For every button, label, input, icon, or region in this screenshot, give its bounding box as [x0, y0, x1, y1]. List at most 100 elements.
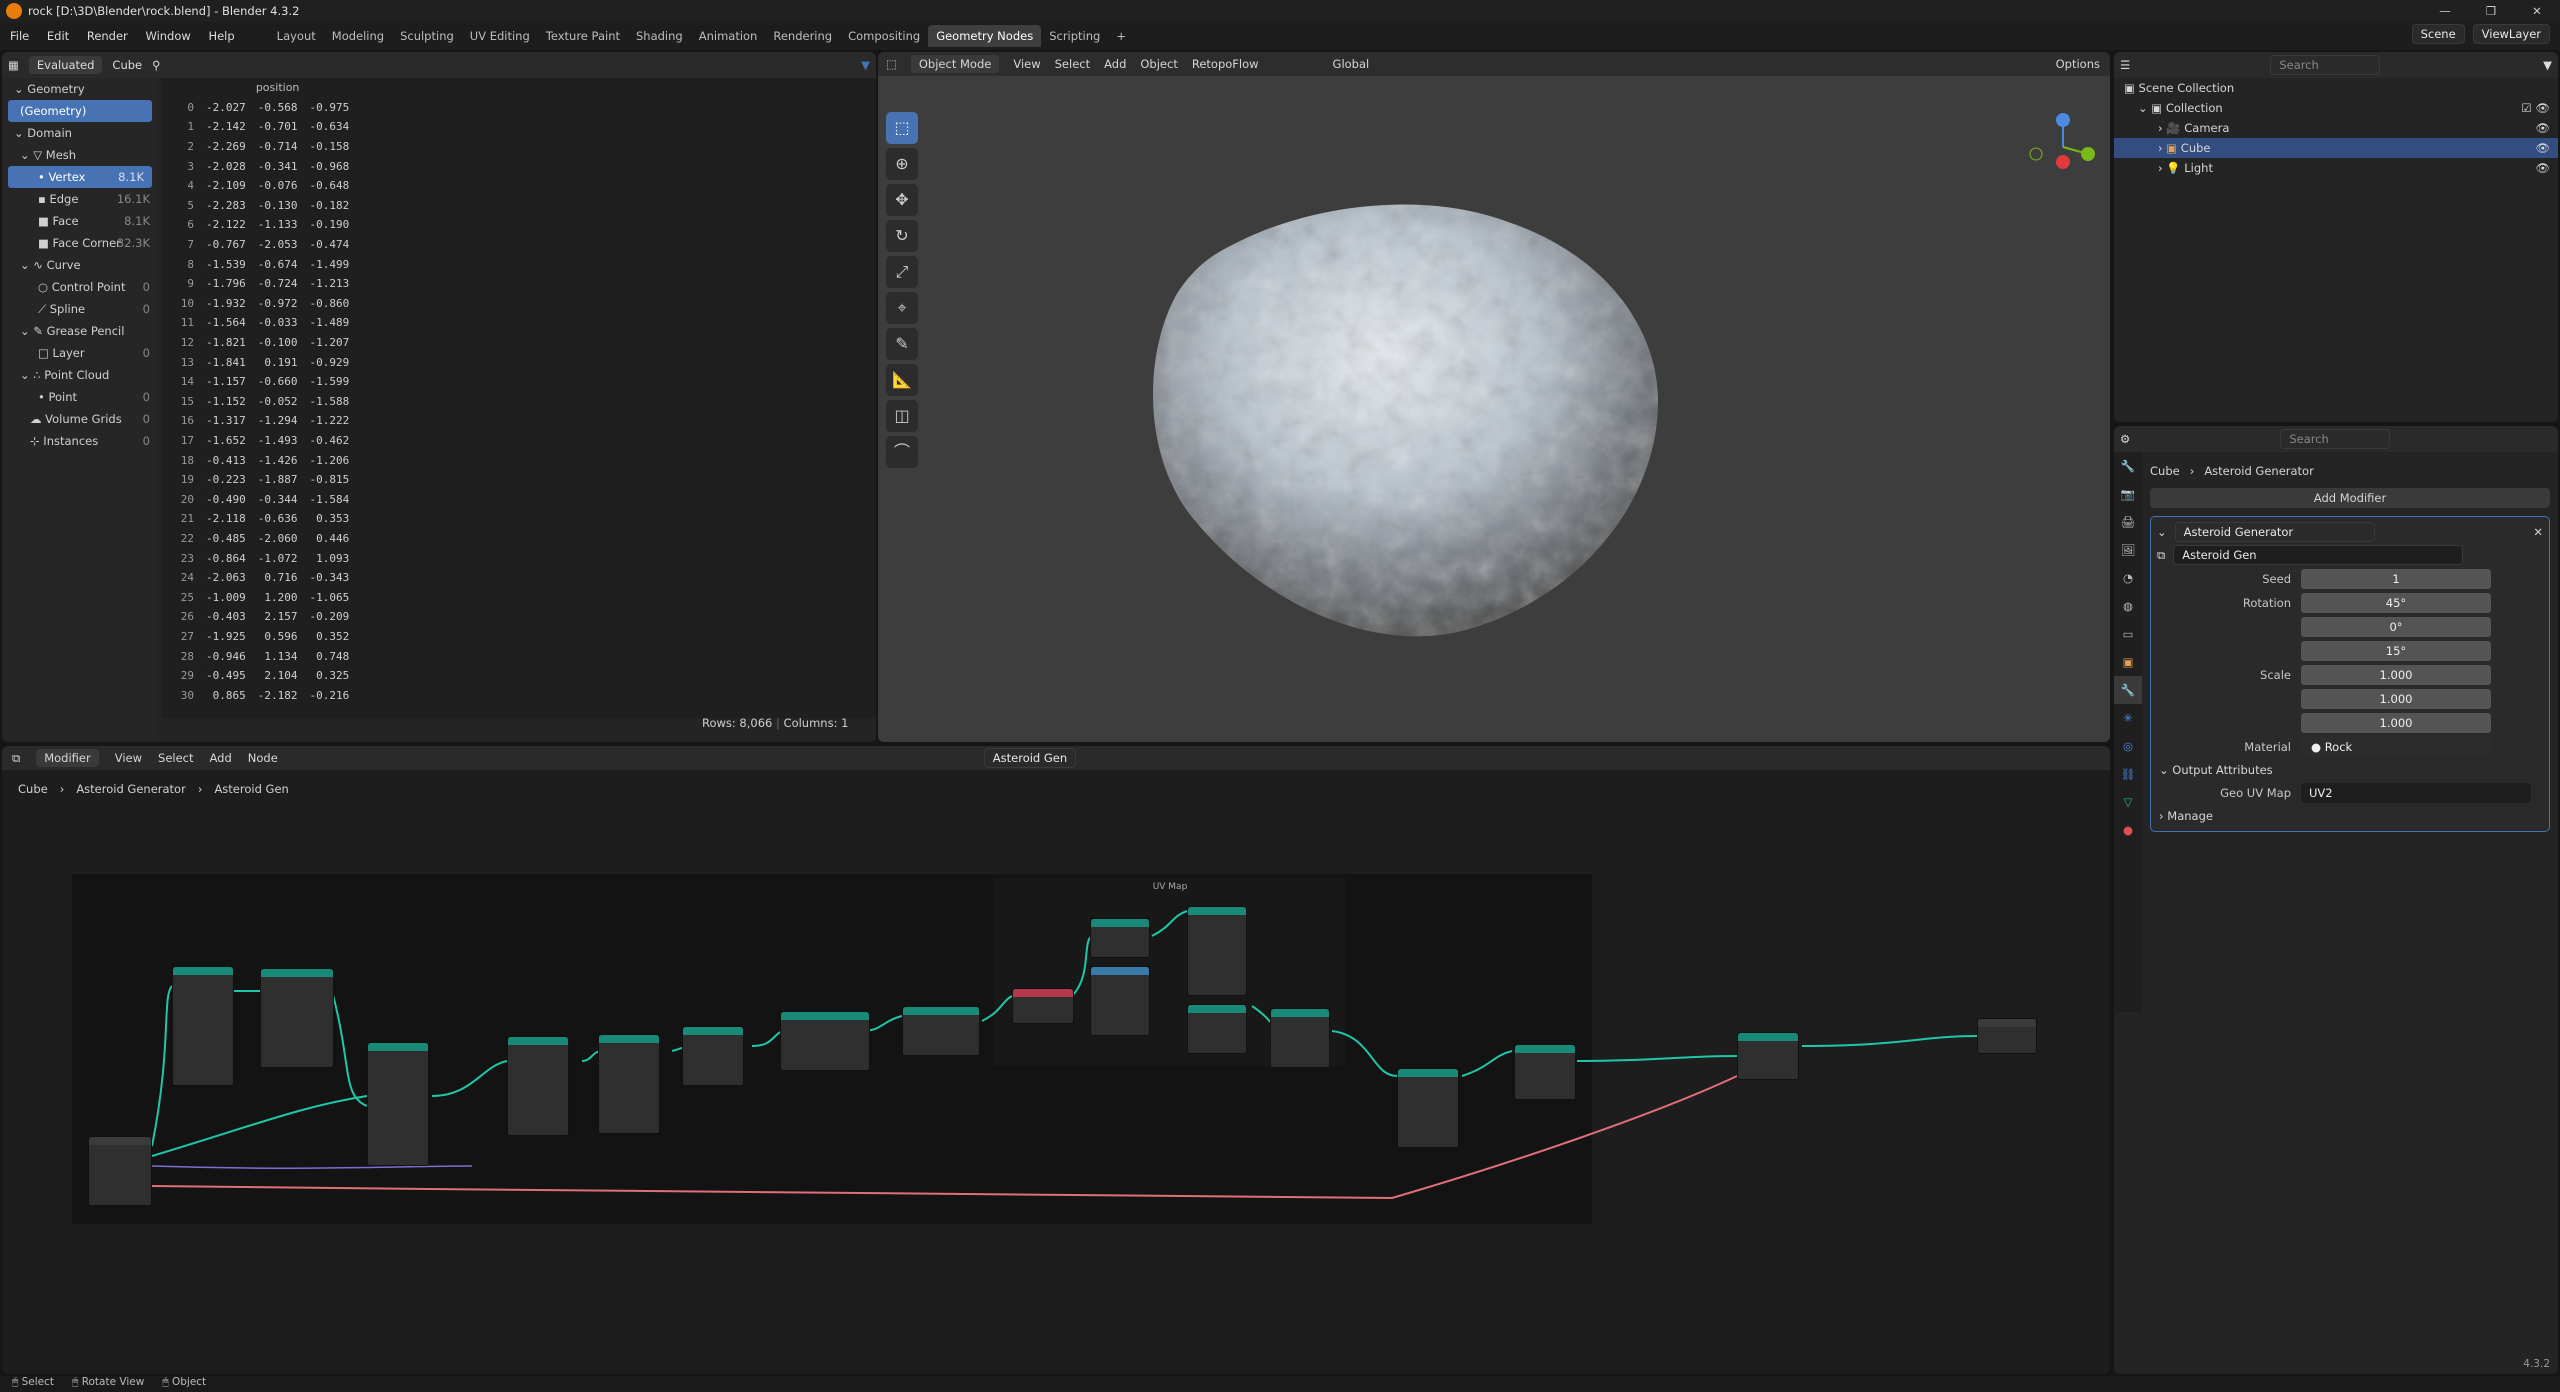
- add-workspace-icon[interactable]: +: [1108, 25, 1134, 47]
- annotate-icon[interactable]: ✎: [886, 328, 918, 360]
- menu-retopoflow[interactable]: RetopoFlow: [1192, 57, 1259, 71]
- close-icon[interactable]: ✕: [2533, 525, 2543, 539]
- node-group-field[interactable]: Asteroid Gen: [2173, 545, 2464, 565]
- mesh-to-volume-node[interactable]: [780, 1011, 870, 1071]
- evaluation-mode-dropdown[interactable]: Evaluated: [28, 56, 103, 74]
- object-mode-dropdown[interactable]: Object Mode: [910, 55, 1000, 73]
- tree-geometry-item[interactable]: (Geometry): [8, 100, 152, 122]
- render-tab-icon[interactable]: 📷: [2114, 480, 2142, 508]
- tree-curve[interactable]: ⌄ ∿ Curve: [2, 254, 158, 276]
- object-tab-icon[interactable]: ▣: [2114, 648, 2142, 676]
- capture-attribute-node[interactable]: [1187, 1004, 1247, 1054]
- geo-uv-field[interactable]: UV2: [2301, 783, 2531, 803]
- rock-mesh[interactable]: [1078, 182, 1718, 702]
- column-header-position[interactable]: position: [200, 78, 355, 98]
- outliner-scene-collection[interactable]: ▣ Scene Collection: [2114, 78, 2558, 98]
- group-output-node[interactable]: [1977, 1018, 2037, 1054]
- constraints-tab-icon[interactable]: ⛓: [2114, 760, 2142, 788]
- tree-geometry-header[interactable]: ⌄ Geometry: [2, 78, 158, 100]
- tab-texture-paint[interactable]: Texture Paint: [538, 25, 628, 47]
- tree-face[interactable]: ■ Face 8.1K: [2, 210, 158, 232]
- tree-layer[interactable]: □ Layer 0: [2, 342, 158, 364]
- instance-on-points-node[interactable]: [367, 1042, 429, 1166]
- menu-window[interactable]: Window: [145, 29, 190, 43]
- volume-to-mesh-node[interactable]: [902, 1006, 980, 1056]
- world-tab-icon[interactable]: ◍: [2114, 592, 2142, 620]
- output-tab-icon[interactable]: 🖨: [2114, 508, 2142, 536]
- menu-render[interactable]: Render: [87, 29, 128, 43]
- transform-geometry-node[interactable]: [172, 966, 234, 1086]
- tab-animation[interactable]: Animation: [691, 25, 766, 47]
- select-box-icon[interactable]: ⬚: [886, 112, 918, 144]
- navigation-gizmo[interactable]: [2028, 112, 2098, 182]
- tree-mesh[interactable]: ⌄ ▽ Mesh: [2, 144, 158, 166]
- seed-field[interactable]: 1: [2301, 569, 2491, 589]
- outliner-collection[interactable]: ⌄ ▣ Collection ☑ 👁: [2114, 98, 2558, 118]
- tab-compositing[interactable]: Compositing: [840, 25, 928, 47]
- physics-tab-icon[interactable]: ◎: [2114, 732, 2142, 760]
- uv-unwrap-node[interactable]: [1090, 966, 1150, 1036]
- tab-uv-editing[interactable]: UV Editing: [462, 25, 538, 47]
- scale-y-field[interactable]: 1.000: [2301, 689, 2491, 709]
- measure-icon[interactable]: 📐: [886, 364, 918, 396]
- menu-help[interactable]: Help: [208, 29, 234, 43]
- material-field[interactable]: ● Rock: [2301, 737, 2491, 757]
- menu-file[interactable]: File: [10, 29, 29, 43]
- collection-tab-icon[interactable]: ▭: [2114, 620, 2142, 648]
- outliner-cube[interactable]: › ▣ Cube 👁: [2114, 138, 2558, 158]
- editor-type-icon[interactable]: ⬚: [886, 57, 897, 71]
- filter-icon[interactable]: ▼: [861, 58, 870, 72]
- geometry-node-editor[interactable]: ⧉ Modifier View Select Add Node Asteroid…: [2, 746, 2110, 1374]
- move-icon[interactable]: ✥: [886, 184, 918, 216]
- outliner-camera[interactable]: › 🎥 Camera 👁: [2114, 118, 2558, 138]
- menu-edit[interactable]: Edit: [47, 29, 69, 43]
- scale-z-field[interactable]: 1.000: [2301, 713, 2491, 733]
- outliner-light[interactable]: › 💡 Light 👁: [2114, 158, 2558, 178]
- scale-instances-node[interactable]: [598, 1034, 660, 1134]
- set-material-node[interactable]: [1737, 1032, 1799, 1080]
- merge-by-distance-node[interactable]: [1270, 1008, 1330, 1068]
- editor-type-icon[interactable]: ⚙: [2120, 432, 2130, 446]
- scale-icon[interactable]: ⤢: [886, 256, 918, 288]
- tab-sculpting[interactable]: Sculpting: [392, 25, 462, 47]
- tree-point-cloud[interactable]: ⌄ ∴ Point Cloud: [2, 364, 158, 386]
- menu-add[interactable]: Add: [1104, 57, 1126, 71]
- tab-modeling[interactable]: Modeling: [324, 25, 392, 47]
- scene-tab-icon[interactable]: ◔: [2114, 564, 2142, 592]
- shear-icon[interactable]: ⌒: [886, 436, 918, 468]
- output-attributes-header[interactable]: ⌄ Output Attributes: [2151, 759, 2549, 781]
- modifier-name-field[interactable]: Asteroid Generator: [2174, 522, 2375, 542]
- particles-tab-icon[interactable]: ✳: [2114, 704, 2142, 732]
- collapse-icon[interactable]: ⌄: [2157, 525, 2167, 539]
- options-dropdown[interactable]: Options: [2056, 57, 2100, 71]
- close-button[interactable]: ✕: [2514, 0, 2560, 22]
- set-shade-smooth-node[interactable]: [1514, 1044, 1576, 1100]
- tool-tab-icon[interactable]: 🔧: [2114, 452, 2142, 480]
- transform-icon[interactable]: ⌖: [886, 292, 918, 324]
- subdivision-surface-node[interactable]: [1397, 1068, 1459, 1148]
- tree-vertex[interactable]: • Vertex 8.1K: [8, 166, 152, 188]
- tree-edge[interactable]: ▪ Edge 16.1K: [2, 188, 158, 210]
- edge-angle-node[interactable]: [1012, 988, 1074, 1024]
- tree-grease-pencil[interactable]: ⌄ ✎ Grease Pencil: [2, 320, 158, 342]
- tree-control-point[interactable]: ○ Control Point 0: [2, 276, 158, 298]
- distribute-points-node[interactable]: [260, 968, 334, 1068]
- rotation-x-field[interactable]: 45°: [2301, 593, 2491, 613]
- set-position-node[interactable]: [1187, 906, 1247, 996]
- tab-geometry-nodes[interactable]: Geometry Nodes: [928, 25, 1042, 47]
- tree-point[interactable]: • Point 0: [2, 386, 158, 408]
- add-modifier-button[interactable]: Add Modifier: [2150, 488, 2550, 508]
- rotation-y-field[interactable]: 0°: [2301, 617, 2491, 637]
- material-tab-icon[interactable]: ●: [2114, 816, 2142, 844]
- properties-search[interactable]: Search: [2280, 429, 2391, 449]
- visibility-icon[interactable]: 👁: [2535, 158, 2550, 178]
- tab-shading[interactable]: Shading: [628, 25, 691, 47]
- tree-instances[interactable]: ⊹ Instances 0: [2, 430, 158, 452]
- visibility-icon[interactable]: ☑ 👁: [2521, 98, 2550, 118]
- visibility-icon[interactable]: 👁: [2535, 118, 2550, 138]
- realize-instances-node[interactable]: [682, 1026, 744, 1086]
- maximize-button[interactable]: ❐: [2468, 0, 2514, 22]
- 3d-viewport[interactable]: ⬚ Object Mode View Select Add Object Ret…: [878, 52, 2110, 742]
- random-value-node[interactable]: [507, 1036, 569, 1136]
- scale-x-field[interactable]: 1.000: [2301, 665, 2491, 685]
